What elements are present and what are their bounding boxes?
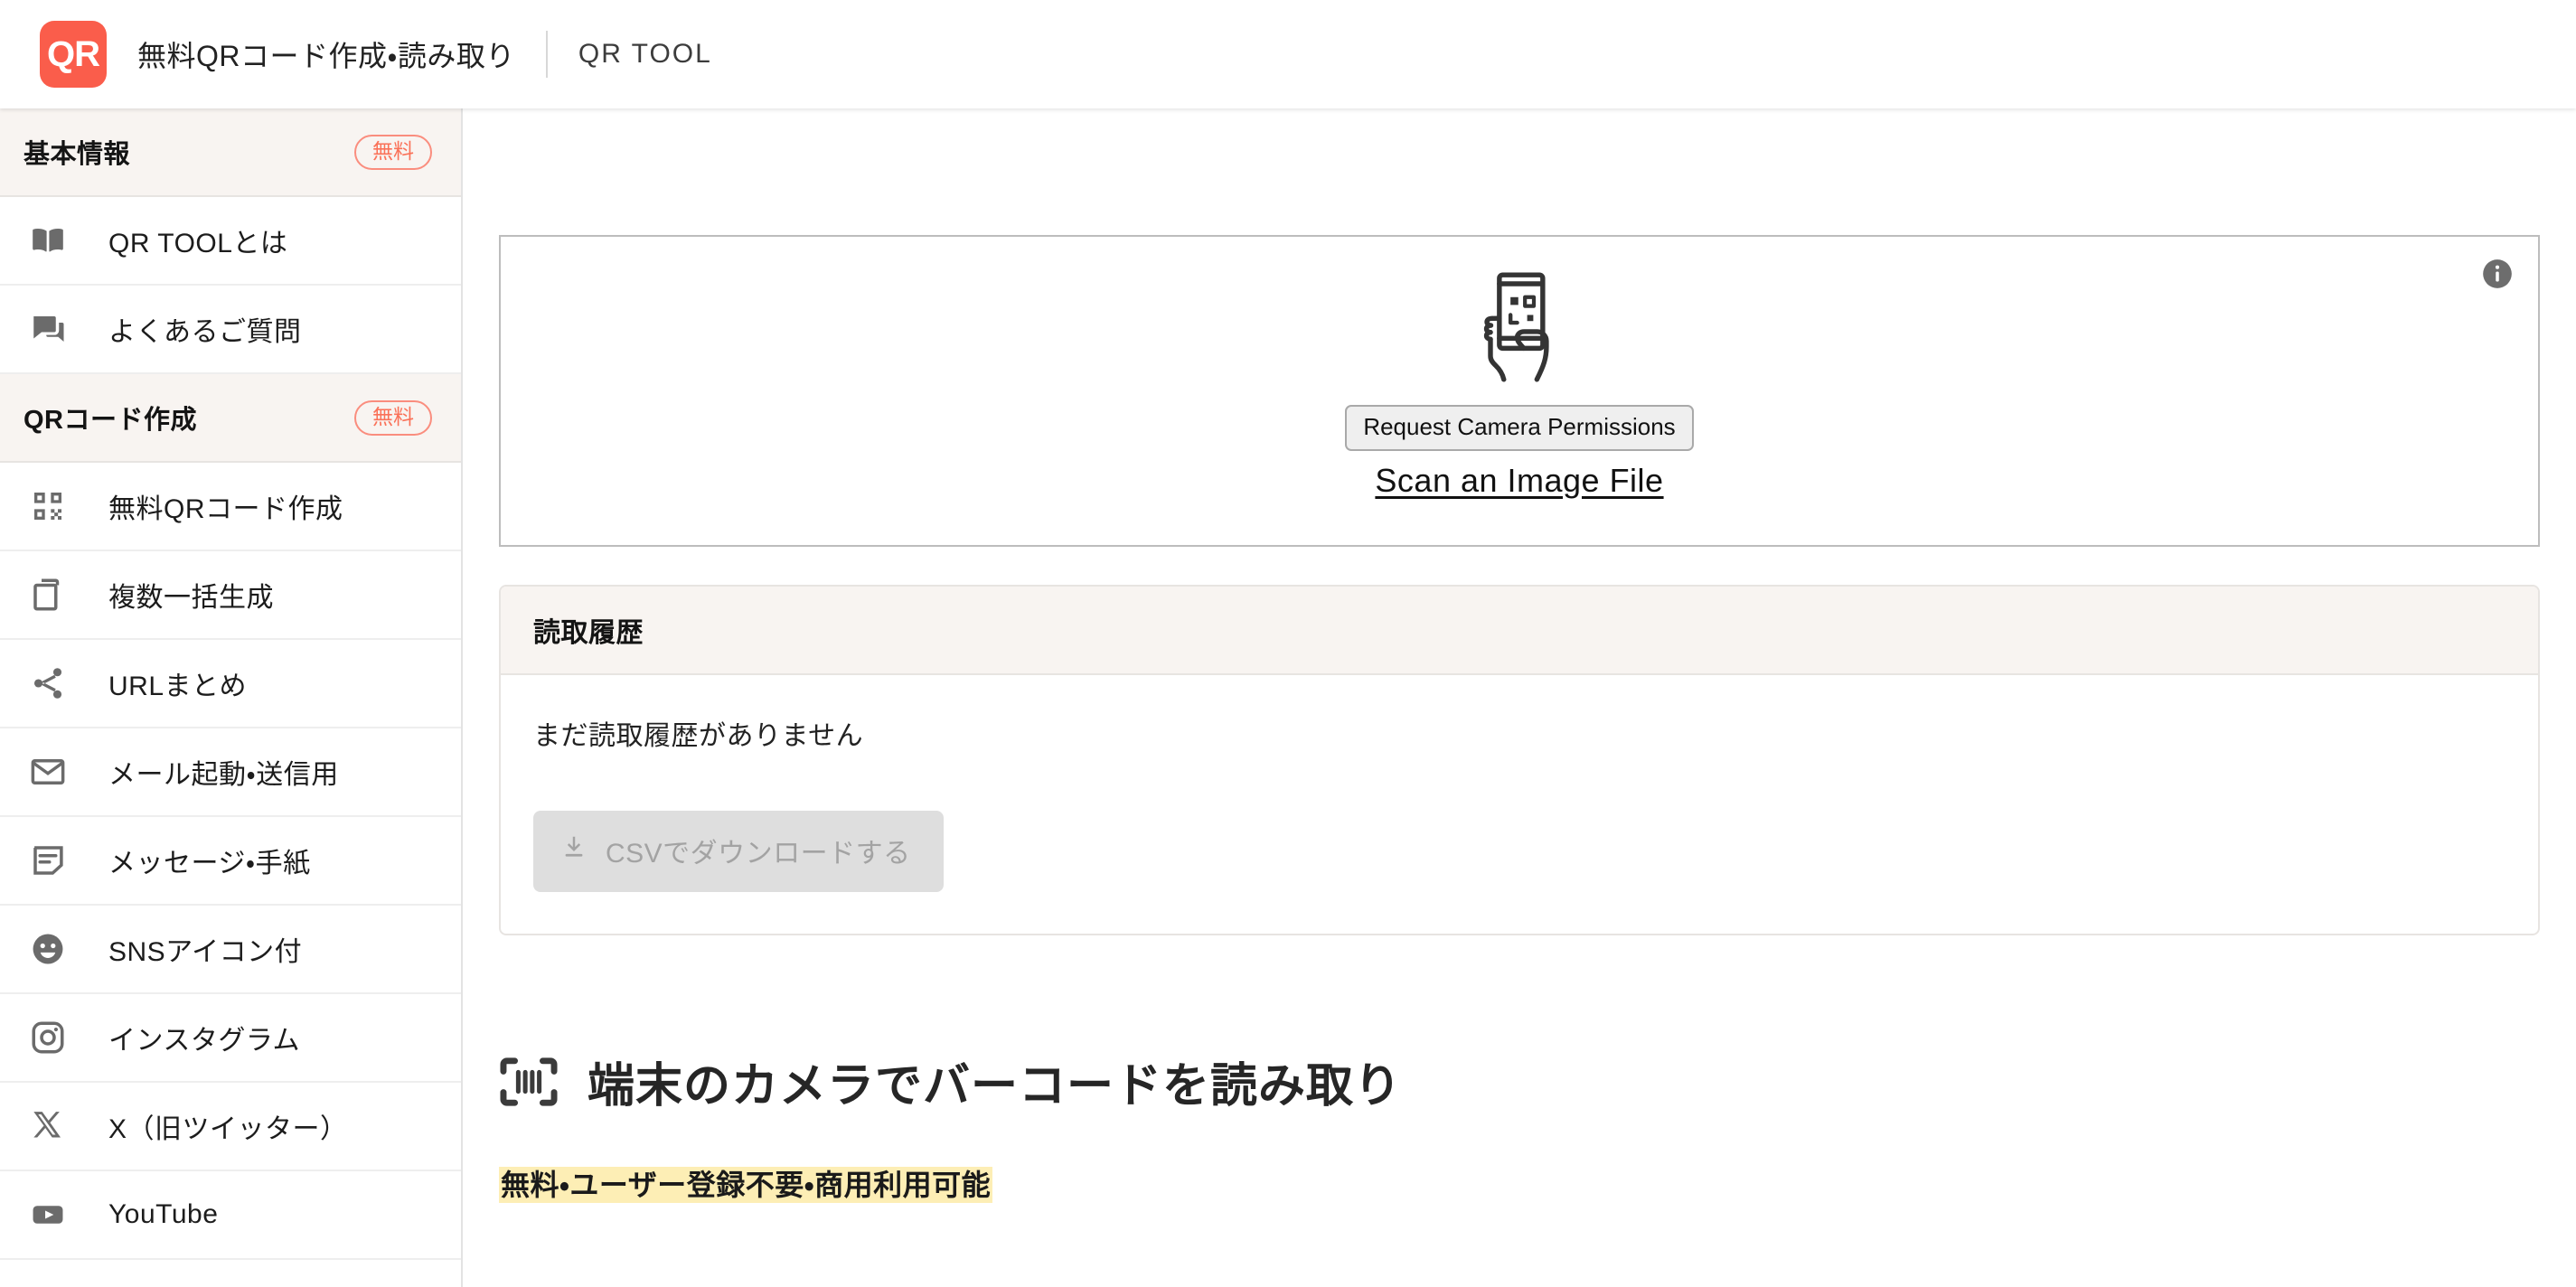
sidebar-section-basic-info: 基本情報 無料 [0,108,461,197]
mail-icon [24,747,72,796]
body-wrapper: 基本情報 無料 QR TOOLとは よくあるご質問 QRコード作成 無料 無料Q… [0,108,2576,1287]
download-icon [560,833,588,868]
instagram-icon [24,1013,72,1062]
info-icon[interactable] [2480,257,2515,291]
download-csv-label: CSVでダウンロードする [606,839,911,869]
sidebar-item-x-twitter[interactable]: X（旧ツイッター） [0,1083,461,1171]
app-header: QR 無料QRコード作成・読み取り QR TOOL [0,0,2576,108]
sidebar-item-label: YouTube [108,1199,219,1229]
note-icon [24,836,72,885]
sidebar-item-label: SNSアイコン付 [108,937,303,967]
sidebar-item-label: よくあるご質問 [108,317,302,347]
scan-image-file-link[interactable]: Scan an Image File [1375,462,1663,500]
sidebar-item-qr-tool-about[interactable]: QR TOOLとは [0,197,461,286]
sidebar-item-label: 無料QRコード作成 [108,494,343,524]
promo-heading-text: 端末のカメラでバーコードを読み取り [588,1060,1403,1113]
sidebar-item-label: QR TOOLとは [108,229,288,258]
download-csv-button[interactable]: CSVでダウンロードする [533,811,944,892]
sidebar: 基本情報 無料 QR TOOLとは よくあるご質問 QRコード作成 無料 無料Q… [0,108,463,1287]
copy-icon [24,570,72,619]
sidebar-item-label: メール起動・送信用 [108,760,339,790]
sidebar-item-instagram[interactable]: インスタグラム [0,994,461,1083]
sidebar-section-label: QRコード作成 [24,406,198,435]
sidebar-item-label: インスタグラム [108,1026,300,1056]
scan-history-card: 読取履歴 まだ読取履歴がありません CSVでダウンロードする [499,585,2540,935]
share-icon [24,659,72,708]
brand-name: QR TOOL [578,39,712,69]
camera-scanner-panel: Request Camera Permissions Scan an Image… [499,235,2540,547]
scan-history-body: まだ読取履歴がありません CSVでダウンロードする [501,675,2538,934]
main-inner: Request Camera Permissions Scan an Image… [463,108,2576,1204]
sidebar-item-message-letter[interactable]: メッセージ・手紙 [0,817,461,906]
sidebar-item-label: メッセージ・手紙 [108,849,311,878]
barcode-scan-icon [499,1056,559,1108]
sidebar-item-mail[interactable]: メール起動・送信用 [0,728,461,817]
scan-history-header: 読取履歴 [501,587,2538,675]
sidebar-item-url-list[interactable]: URLまとめ [0,640,461,728]
sidebar-item-label: URLまとめ [108,672,248,701]
sidebar-section-label: 基本情報 [24,140,131,169]
sidebar-item-sns-icon[interactable]: SNSアイコン付 [0,906,461,994]
scan-history-empty-message: まだ読取履歴がありません [533,721,864,751]
header-divider [545,31,548,78]
book-icon [24,216,72,265]
scan-history-title: 読取履歴 [533,618,644,648]
x-twitter-icon [24,1102,72,1151]
sidebar-item-free-qr-create[interactable]: 無料QRコード作成 [0,463,461,551]
sidebar-item-faq[interactable]: よくあるご質問 [0,286,461,374]
sidebar-item-bulk-generate[interactable]: 複数一括生成 [0,551,461,640]
promo-heading: 端末のカメラでバーコードを読み取り [499,1047,2540,1115]
request-camera-permissions-button[interactable]: Request Camera Permissions [1345,405,1694,451]
smiley-icon [24,925,72,973]
youtube-icon [24,1190,72,1239]
page-title: 無料QRコード作成・読み取り [137,40,515,72]
sidebar-section-qr-create: QRコード作成 無料 [0,374,461,463]
main-content: Request Camera Permissions Scan an Image… [463,108,2576,1287]
qr-code-icon [24,482,72,531]
sidebar-item-youtube[interactable]: YouTube [0,1171,461,1260]
promo-highlight-text: 無料・ユーザー登録不要・商用利用可能 [499,1167,993,1203]
sidebar-item-label: 複数一括生成 [108,583,274,613]
sidebar-item-label: X（旧ツイッター） [108,1114,348,1144]
qr-logo-icon[interactable]: QR [40,21,107,88]
free-badge: 無料 [354,134,432,170]
hand-holding-phone-qr-icon [1465,269,1574,385]
promo-highlight: 無料・ユーザー登録不要・商用利用可能 [499,1162,2540,1204]
chat-icon [24,305,72,353]
free-badge: 無料 [354,399,432,436]
